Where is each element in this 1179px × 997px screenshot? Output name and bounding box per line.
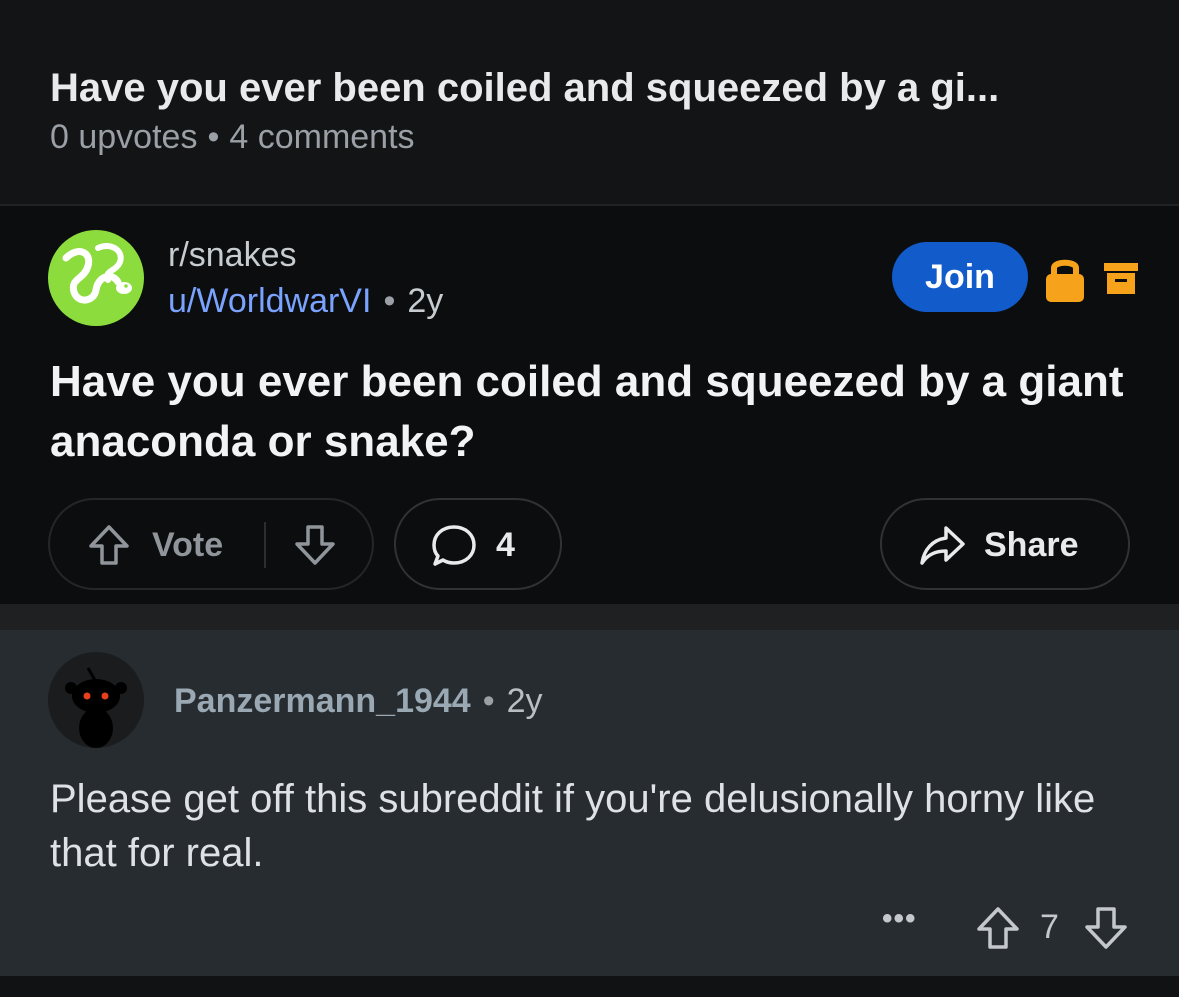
comment-age: 2y — [506, 682, 543, 720]
vote-control: Vote — [48, 498, 374, 590]
section-gap — [0, 604, 1179, 630]
snoo-avatar-icon — [65, 667, 127, 748]
bottom-band — [0, 976, 1179, 997]
vote-divider — [264, 522, 266, 568]
snake-avatar-icon — [62, 242, 132, 304]
post-author[interactable]: u/WorldwarVI — [168, 282, 371, 320]
archive-icon — [1104, 263, 1138, 294]
comment-score: 7 — [1040, 908, 1059, 946]
post-age: 2y — [407, 282, 444, 320]
share-button[interactable]: Share — [880, 498, 1130, 590]
lock-icon — [1046, 259, 1084, 302]
comment-card: Panzermann_1944 • 2y Please get off this s… — [0, 630, 1179, 976]
comment-count: 4 — [496, 526, 515, 564]
header-upvotes: 0 upvotes — [50, 118, 198, 156]
upvote-arrow-icon[interactable] — [974, 904, 1022, 952]
comment-body: Please get off this subreddit if you're … — [50, 777, 1096, 875]
subreddit-avatar[interactable] — [48, 230, 144, 326]
join-button[interactable]: Join — [892, 242, 1028, 312]
upvote-arrow-icon[interactable] — [86, 522, 132, 568]
more-options-button[interactable]: ••• — [882, 902, 917, 936]
avatar[interactable] — [48, 652, 144, 748]
meta-separator: • — [482, 682, 495, 720]
share-label: Share — [984, 526, 1079, 564]
subreddit-name[interactable]: r/snakes — [168, 236, 297, 275]
downvote-arrow-icon[interactable] — [1082, 904, 1130, 952]
comment-author-line: Panzermann_1944 • 2y — [174, 682, 543, 721]
header-comments: 4 comments — [229, 118, 415, 156]
post-header-bar: Have you ever been coiled and squeezed b… — [0, 0, 1179, 204]
downvote-arrow-icon[interactable] — [292, 522, 338, 568]
header-post-title: Have you ever been coiled and squeezed b… — [50, 66, 1000, 110]
comments-button[interactable]: 4 — [394, 498, 562, 590]
post-title[interactable]: Have you ever been coiled and squeezed b… — [50, 352, 1140, 472]
comment-bubble-icon — [432, 525, 476, 566]
meta-separator: • — [383, 282, 396, 320]
post-author-line: u/WorldwarVI • 2y — [168, 282, 443, 321]
comment-actions: ••• 7 — [0, 898, 1179, 958]
comment-author[interactable]: Panzermann_1944 — [174, 682, 471, 720]
vote-label: Vote — [152, 526, 224, 564]
post-card: r/snakes u/WorldwarVI • 2y Join Have you e… — [0, 206, 1179, 604]
header-post-meta: 0 upvotes • 4 comments — [50, 118, 415, 157]
meta-separator: • — [207, 118, 220, 156]
share-arrow-icon — [920, 526, 965, 565]
